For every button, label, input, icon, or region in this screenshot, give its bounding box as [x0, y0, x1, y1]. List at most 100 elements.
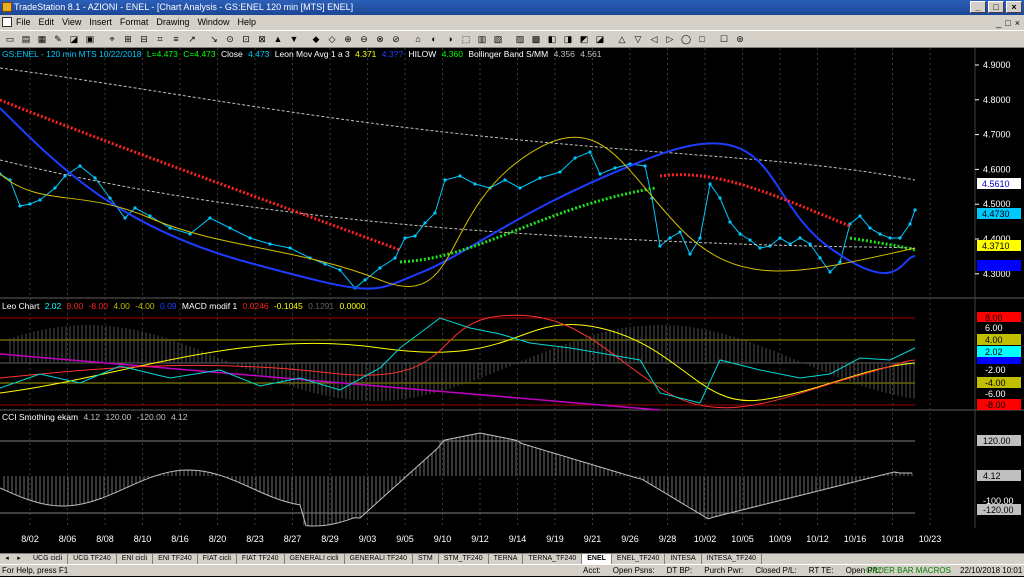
- price-dot: [808, 242, 812, 246]
- toolbar-tool-icon-22[interactable]: ⊗: [374, 33, 386, 45]
- toolbar-tool-icon-8[interactable]: ⊟: [138, 33, 150, 45]
- toolbar-tool-icon-25[interactable]: ◐: [428, 33, 440, 45]
- document-icon[interactable]: [2, 17, 12, 27]
- toolbar-tool-icon-13[interactable]: ⊙: [224, 33, 236, 45]
- price-badge-label: 4.3..: [982, 261, 1000, 271]
- price-dot: [338, 268, 342, 272]
- tab-intesa-tf240[interactable]: INTESA_TF240: [701, 554, 763, 564]
- tab-stm-tf240[interactable]: STM_TF240: [438, 554, 489, 564]
- status-field-4: Closed P/L:: [755, 566, 797, 575]
- toolbar-tool-icon-21[interactable]: ⊖: [358, 33, 370, 45]
- menu-insert[interactable]: Insert: [89, 15, 112, 30]
- toolbar-tool-icon-33[interactable]: ◨: [562, 33, 574, 45]
- tab-intesa[interactable]: INTESA: [665, 554, 702, 564]
- toolbar-tool-icon-32[interactable]: ◧: [546, 33, 558, 45]
- toolbar-tool-icon-17[interactable]: ▼: [288, 33, 300, 45]
- price-dot: [538, 176, 542, 180]
- toolbar-tool-icon-2[interactable]: ▦: [36, 33, 48, 45]
- tab-prev-icon[interactable]: ◂: [2, 554, 12, 564]
- toolbar-tool-icon-1[interactable]: ▤: [20, 33, 32, 45]
- toolbar-tool-icon-16[interactable]: ▲: [272, 33, 284, 45]
- toolbar-tool-icon-30[interactable]: ▨: [514, 33, 526, 45]
- toolbar-tool-icon-23[interactable]: ⊘: [390, 33, 402, 45]
- price-badge-label: 4.5610: [982, 179, 1010, 189]
- toolbar-tool-icon-4[interactable]: ◪: [68, 33, 80, 45]
- menu-window[interactable]: Window: [197, 15, 229, 30]
- toolbar-tool-icon-18[interactable]: ◆: [310, 33, 322, 45]
- toolbar-tool-icon-11[interactable]: ↗: [186, 33, 198, 45]
- close-button[interactable]: ×: [1006, 1, 1022, 13]
- maximize-button[interactable]: □: [988, 1, 1004, 13]
- tab-fiat-cicli[interactable]: FIAT cicli: [197, 554, 237, 564]
- tab-enel-tf240[interactable]: ENEL_TF240: [611, 554, 666, 564]
- toolbar-tool-icon-12[interactable]: ↘: [208, 33, 220, 45]
- toolbar-tool-icon-29[interactable]: ▧: [492, 33, 504, 45]
- toolbar-tool-icon-43[interactable]: ⊚: [734, 33, 746, 45]
- toolbar-tool-icon-28[interactable]: ▥: [476, 33, 488, 45]
- leo-info-row: Leo Chart 2.02 8.00 -8.00 4.00 -4.00 0.0…: [2, 301, 369, 311]
- toolbar-tool-icon-31[interactable]: ▩: [530, 33, 542, 45]
- menu-edit[interactable]: Edit: [39, 15, 55, 30]
- toolbar-tool-icon-38[interactable]: ◁: [648, 33, 660, 45]
- price-dot: [423, 221, 427, 225]
- toolbar-tool-icon-14[interactable]: ⊡: [240, 33, 252, 45]
- toolbar-tool-icon-35[interactable]: ◪: [594, 33, 606, 45]
- price-badge-label: 4.3710: [982, 241, 1010, 251]
- toolbar-tool-icon-40[interactable]: ◯: [680, 33, 692, 45]
- cci-value-1: 4.12: [83, 412, 100, 422]
- tab-stm[interactable]: STM: [412, 554, 439, 564]
- toolbar-tool-icon-7[interactable]: ⊞: [122, 33, 134, 45]
- tab-terna[interactable]: TERNA: [488, 554, 524, 564]
- toolbar-tool-icon-42[interactable]: ☐: [718, 33, 730, 45]
- price-dot: [888, 236, 892, 240]
- toolbar-tool-icon-36[interactable]: △: [616, 33, 628, 45]
- tab-generali-cicli[interactable]: GENERALI cicli: [284, 554, 345, 564]
- chart-canvas[interactable]: 8/02 8/06 8/08 8/10 8/16 8/20 8/23 8/27 8/29 9/03…: [0, 48, 1024, 550]
- toolbar-tool-icon-26[interactable]: ◑: [444, 33, 456, 45]
- tab-enel[interactable]: ENEL: [582, 554, 612, 564]
- price-dot: [818, 256, 822, 260]
- toolbar-tool-icon-10[interactable]: ≡: [170, 33, 182, 45]
- minimize-button[interactable]: _: [970, 1, 986, 13]
- toolbar-tool-icon-6[interactable]: ⌖: [106, 33, 118, 45]
- toolbar-tool-icon-0[interactable]: ▭: [4, 33, 16, 45]
- tab-ucg-tf240[interactable]: UCG TF240: [68, 554, 117, 564]
- toolbar-tool-icon-34[interactable]: ◩: [578, 33, 590, 45]
- tab-terna-tf240[interactable]: TERNA_TF240: [523, 554, 583, 564]
- toolbar-tool-icon-39[interactable]: ▷: [664, 33, 676, 45]
- toolbar-tool-icon-15[interactable]: ⊠: [256, 33, 268, 45]
- close-value: 4.473: [248, 49, 270, 59]
- tab-eni-tf240[interactable]: ENI TF240: [153, 554, 198, 564]
- order-bar-macros[interactable]: ORDER BAR MACROS: [866, 565, 951, 577]
- menu-help[interactable]: Help: [237, 15, 256, 30]
- toolbar-tool-icon-3[interactable]: ✎: [52, 33, 64, 45]
- price-dot: [18, 204, 22, 208]
- chart-area[interactable]: 8/02 8/06 8/08 8/10 8/16 8/20 8/23 8/27 8/29 9/03…: [0, 48, 1024, 550]
- tab-ucg-cicli[interactable]: UCG cicli: [28, 554, 69, 564]
- toolbar-tool-icon-27[interactable]: ⬚: [460, 33, 472, 45]
- price-dot: [503, 178, 507, 182]
- toolbar-tool-icon-5[interactable]: ▣: [84, 33, 96, 45]
- toolbar-tool-icon-19[interactable]: ◇: [326, 33, 338, 45]
- tab-fiat-tf240[interactable]: FIAT TF240: [236, 554, 285, 564]
- toolbar-tool-icon-37[interactable]: ▽: [632, 33, 644, 45]
- menu-file[interactable]: File: [16, 15, 31, 30]
- toolbar-tool-icon-41[interactable]: □: [696, 33, 708, 45]
- toolbar-tool-icon-20[interactable]: ⊕: [342, 33, 354, 45]
- leo-label: Leo Chart: [2, 301, 40, 311]
- tab-eni-cicli[interactable]: ENI cicli: [116, 554, 154, 564]
- mdi-close-button[interactable]: ×: [1015, 16, 1020, 31]
- date-tick-label: 9/03: [359, 534, 377, 544]
- tab-generali-tf240[interactable]: GENERALI TF240: [344, 554, 413, 564]
- tab-next-icon[interactable]: ▸: [14, 554, 24, 564]
- toolbar-tool-icon-24[interactable]: ⌂: [412, 33, 424, 45]
- cci-info-row: CCI Smothing ekam 4.12 120.00 -120.00 4.…: [2, 412, 191, 422]
- hilow-value: 4.360: [441, 49, 463, 59]
- menu-drawing[interactable]: Drawing: [156, 15, 189, 30]
- mdi-restore-button[interactable]: □: [1005, 16, 1010, 31]
- menu-view[interactable]: View: [62, 15, 81, 30]
- toolbar-tool-icon-9[interactable]: ⌗: [154, 33, 166, 45]
- date-tick-label: 8/16: [171, 534, 189, 544]
- mdi-minimize-button[interactable]: _: [996, 16, 1001, 31]
- menu-format[interactable]: Format: [120, 15, 149, 30]
